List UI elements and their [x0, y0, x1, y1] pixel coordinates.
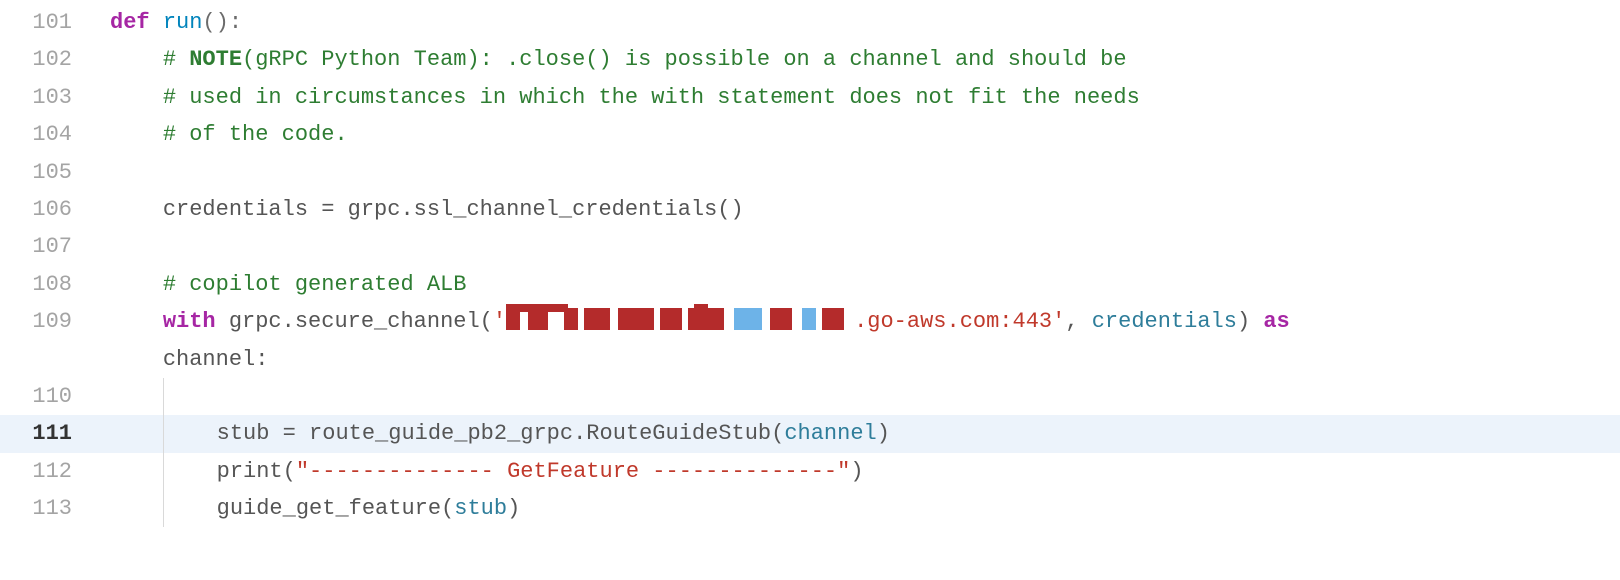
indent-guide	[163, 415, 217, 452]
code-token: grpc.secure_channel(	[229, 309, 493, 334]
code-token: )	[850, 459, 863, 484]
code-token: '	[493, 309, 506, 334]
code-content[interactable]: # copilot generated ALB	[86, 266, 1620, 303]
code-token: with	[163, 309, 216, 334]
code-token: "-------------- GetFeature -------------…	[296, 459, 851, 484]
code-token: stub	[454, 496, 507, 521]
code-line[interactable]: 107	[0, 228, 1620, 265]
code-token: ():	[202, 10, 242, 35]
code-content[interactable]: # of the code.	[86, 116, 1620, 153]
code-content[interactable]: guide_get_feature(stub)	[86, 490, 1620, 527]
code-editor[interactable]: 101def run():102 # NOTE(gRPC Python Team…	[0, 4, 1620, 527]
code-line[interactable]: 102 # NOTE(gRPC Python Team): .close() i…	[0, 41, 1620, 78]
code-token: # used in circumstances in which the wit…	[163, 85, 1140, 110]
code-line[interactable]: 105	[0, 154, 1620, 191]
code-token: guide_get_feature(	[217, 496, 455, 521]
code-token: as	[1263, 309, 1289, 334]
code-token: )	[1237, 309, 1263, 334]
line-number: 113	[0, 490, 80, 527]
line-number: 104	[0, 116, 80, 153]
code-content[interactable]: channel:	[86, 341, 1620, 378]
code-line[interactable]: channel:	[0, 341, 1620, 378]
line-number: 102	[0, 41, 80, 78]
line-number: 101	[0, 4, 80, 41]
code-line[interactable]: 101def run():	[0, 4, 1620, 41]
redacted-hostname	[506, 308, 854, 330]
code-content[interactable]: stub = route_guide_pb2_grpc.RouteGuideSt…	[86, 415, 1620, 452]
code-content[interactable]: def run():	[86, 4, 1620, 41]
code-line[interactable]: 111 stub = route_guide_pb2_grpc.RouteGui…	[0, 415, 1620, 452]
code-token: run	[163, 10, 203, 35]
code-token: def	[110, 10, 150, 35]
code-token: stub = route_guide_pb2_grpc.RouteGuideSt…	[217, 421, 785, 446]
code-token: print(	[217, 459, 296, 484]
line-number: 106	[0, 191, 80, 228]
code-line[interactable]: 108 # copilot generated ALB	[0, 266, 1620, 303]
code-token: .go-aws.com:443'	[854, 309, 1065, 334]
indent-guide	[163, 453, 217, 490]
code-content[interactable]: # used in circumstances in which the wit…	[86, 79, 1620, 116]
code-token: )	[507, 496, 520, 521]
code-token: channel	[784, 421, 876, 446]
code-content[interactable]: # NOTE(gRPC Python Team): .close() is po…	[86, 41, 1620, 78]
indent-guide	[163, 490, 217, 527]
code-token: channel:	[163, 347, 269, 372]
code-content[interactable]: credentials = grpc.ssl_channel_credentia…	[86, 191, 1620, 228]
code-token: #	[163, 47, 189, 72]
code-token	[216, 309, 229, 334]
code-content[interactable]	[86, 378, 1620, 415]
code-line[interactable]: 106 credentials = grpc.ssl_channel_crede…	[0, 191, 1620, 228]
code-line[interactable]: 109 with grpc.secure_channel(' .go-aws.co…	[0, 303, 1620, 340]
line-number: 108	[0, 266, 80, 303]
code-line[interactable]: 112 print("-------------- GetFeature ---…	[0, 453, 1620, 490]
line-number: 103	[0, 79, 80, 116]
code-content[interactable]: print("-------------- GetFeature -------…	[86, 453, 1620, 490]
line-number: 110	[0, 378, 80, 415]
code-token: NOTE	[189, 47, 242, 72]
code-token: (gRPC Python Team): .close() is possible…	[242, 47, 1127, 72]
code-token: # of the code.	[163, 122, 348, 147]
line-number: 107	[0, 228, 80, 265]
code-line[interactable]: 110	[0, 378, 1620, 415]
code-token: credentials = grpc.ssl_channel_credentia…	[163, 197, 744, 222]
code-content[interactable]: with grpc.secure_channel(' .go-aws.com:44…	[86, 303, 1620, 340]
code-token: # copilot generated ALB	[163, 272, 467, 297]
code-token: credentials	[1092, 309, 1237, 334]
indent-guide	[163, 378, 177, 415]
code-line[interactable]: 104 # of the code.	[0, 116, 1620, 153]
line-number: 112	[0, 453, 80, 490]
code-token: ,	[1065, 309, 1091, 334]
line-number: 111	[0, 415, 80, 452]
code-token	[150, 10, 163, 35]
code-line[interactable]: 103 # used in circumstances in which the…	[0, 79, 1620, 116]
line-number: 109	[0, 303, 80, 340]
line-number: 105	[0, 154, 80, 191]
code-token: )	[877, 421, 890, 446]
code-line[interactable]: 113 guide_get_feature(stub)	[0, 490, 1620, 527]
